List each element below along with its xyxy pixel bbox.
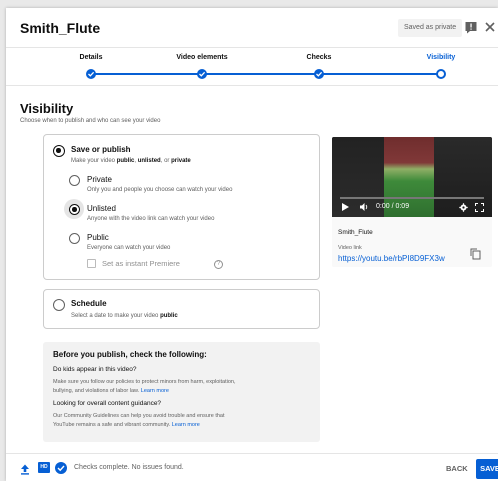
unlisted-radio[interactable] bbox=[69, 204, 80, 215]
save-or-publish-desc: Make your video public, unlisted, or pri… bbox=[71, 158, 191, 164]
unlisted-desc: Anyone with the video link can watch you… bbox=[87, 216, 215, 222]
back-button[interactable]: BACK bbox=[446, 464, 468, 473]
step-label-details[interactable]: Details bbox=[80, 54, 103, 61]
schedule-radio[interactable] bbox=[53, 299, 65, 311]
fullscreen-icon[interactable] bbox=[475, 203, 484, 214]
public-radio[interactable] bbox=[69, 233, 80, 244]
unlisted-label: Unlisted bbox=[87, 204, 116, 213]
step-label-visibility[interactable]: Visibility bbox=[427, 54, 456, 61]
kids-policy-text: Make sure you follow our policies to pro… bbox=[53, 379, 236, 394]
save-or-publish-label: Save or publish bbox=[71, 145, 131, 154]
schedule-card: Schedule Select a date to make your vide… bbox=[43, 289, 320, 329]
copy-icon[interactable] bbox=[470, 247, 481, 265]
hd-badge-icon: HD bbox=[38, 462, 50, 473]
learn-more-link-kids[interactable]: Learn more bbox=[141, 388, 169, 394]
private-label: Private bbox=[87, 175, 112, 184]
save-or-publish-card: Save or publish Make your video public, … bbox=[43, 134, 320, 280]
schedule-desc: Select a date to make your video public bbox=[71, 313, 178, 319]
kids-question: Do kids appear in this video? bbox=[53, 366, 137, 373]
guidance-text: Our Community Guidelines can help you av… bbox=[53, 413, 225, 428]
private-radio[interactable] bbox=[69, 175, 80, 186]
checks-complete-icon bbox=[55, 461, 67, 479]
preview-video-name: Smith_Flute bbox=[338, 229, 373, 236]
video-preview-card: 0:00 / 0:09 Smith_Flute Video link https… bbox=[332, 137, 492, 267]
upload-icon[interactable] bbox=[20, 462, 30, 480]
settings-gear-icon[interactable] bbox=[459, 203, 468, 214]
guidance-question: Looking for overall content guidance? bbox=[53, 400, 162, 407]
visibility-heading: Visibility bbox=[20, 101, 74, 116]
volume-icon[interactable] bbox=[360, 203, 369, 213]
learn-more-link-guidelines[interactable]: Learn more bbox=[172, 422, 200, 428]
step-video-elements-complete-icon[interactable] bbox=[197, 69, 207, 79]
dialog-title: Smith_Flute bbox=[20, 20, 101, 36]
video-time: 0:00 / 0:09 bbox=[376, 203, 410, 210]
video-player[interactable]: 0:00 / 0:09 bbox=[332, 137, 492, 217]
dialog-header: Smith_Flute Saved as private bbox=[6, 8, 498, 48]
public-label: Public bbox=[87, 233, 109, 242]
step-label-checks[interactable]: Checks bbox=[307, 54, 332, 61]
visibility-subheading: Choose when to publish and who can see y… bbox=[20, 118, 161, 124]
step-details-complete-icon[interactable] bbox=[86, 69, 96, 79]
step-label-video-elements[interactable]: Video elements bbox=[176, 54, 227, 61]
help-icon[interactable]: ? bbox=[214, 260, 223, 269]
video-progress-bar[interactable] bbox=[340, 197, 484, 199]
close-icon[interactable] bbox=[483, 20, 497, 34]
checklist-title: Before you publish, check the following: bbox=[53, 350, 207, 359]
save-or-publish-radio[interactable] bbox=[53, 145, 65, 157]
checks-status-text: Checks complete. No issues found. bbox=[74, 464, 184, 471]
step-visibility-current-icon[interactable] bbox=[436, 69, 446, 79]
step-checks-complete-icon[interactable] bbox=[314, 69, 324, 79]
schedule-label: Schedule bbox=[71, 299, 107, 308]
stepper-line bbox=[91, 73, 441, 75]
publish-checklist: Before you publish, check the following:… bbox=[43, 342, 320, 442]
feedback-icon[interactable] bbox=[464, 20, 478, 34]
save-button[interactable]: SAVE bbox=[476, 459, 498, 479]
video-link-label: Video link bbox=[338, 245, 362, 251]
private-desc: Only you and people you choose can watch… bbox=[87, 187, 233, 193]
video-link[interactable]: https://youtu.be/rbPI8D9FX3w bbox=[338, 254, 445, 263]
progress-stepper: Details Video elements Checks Visibility bbox=[6, 48, 498, 86]
dialog-footer: HD Checks complete. No issues found. BAC… bbox=[6, 453, 498, 481]
instant-premiere-label: Set as instant Premiere bbox=[102, 259, 180, 268]
upload-dialog: Smith_Flute Saved as private Details Vid… bbox=[6, 8, 498, 481]
play-icon[interactable] bbox=[342, 203, 349, 213]
saved-status-badge: Saved as private bbox=[398, 19, 463, 37]
public-desc: Everyone can watch your video bbox=[87, 245, 171, 251]
instant-premiere-checkbox[interactable] bbox=[87, 259, 96, 268]
